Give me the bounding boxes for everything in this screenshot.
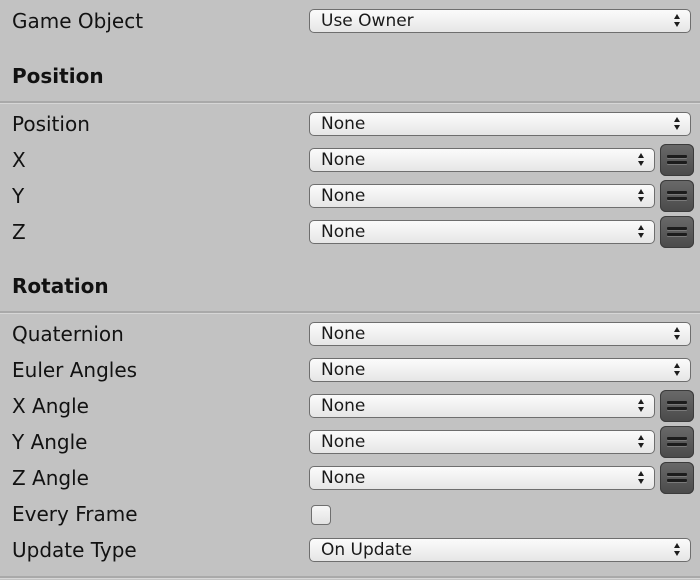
- z-angle-label: Z Angle: [12, 466, 89, 490]
- position-value: None: [321, 114, 366, 134]
- quaternion-row: Quaternion None: [0, 316, 700, 352]
- up-down-arrows-icon: [638, 153, 645, 167]
- z-angle-row: Z Angle None: [0, 460, 700, 496]
- y-value: None: [321, 186, 366, 206]
- x-value: None: [321, 150, 366, 170]
- position-row: Position None: [0, 106, 700, 142]
- rotation-section-divider: [0, 311, 700, 314]
- y-angle-label: Y Angle: [12, 430, 88, 454]
- euler-angles-value: None: [321, 360, 366, 380]
- equals-icon: [667, 471, 687, 485]
- y-row: Y None: [0, 178, 700, 214]
- up-down-arrows-icon: [674, 14, 681, 28]
- position-section-heading: Position: [12, 64, 104, 88]
- up-down-arrows-icon: [638, 189, 645, 203]
- up-down-arrows-icon: [638, 471, 645, 485]
- y-dropdown[interactable]: None: [309, 184, 655, 208]
- equals-icon: [667, 435, 687, 449]
- update-type-dropdown[interactable]: On Update: [309, 538, 691, 562]
- y-angle-row: Y Angle None: [0, 424, 700, 460]
- equals-icon: [667, 399, 687, 413]
- x-angle-dropdown[interactable]: None: [309, 394, 655, 418]
- rotation-section-heading: Rotation: [12, 274, 109, 298]
- quaternion-label: Quaternion: [12, 322, 124, 346]
- x-label: X: [12, 148, 26, 172]
- up-down-arrows-icon: [638, 435, 645, 449]
- euler-angles-label: Euler Angles: [12, 358, 138, 382]
- game-object-value: Use Owner: [321, 11, 414, 31]
- position-dropdown[interactable]: None: [309, 112, 691, 136]
- z-angle-variable-toggle-button[interactable]: [660, 462, 694, 494]
- equals-icon: [667, 189, 687, 203]
- every-frame-label: Every Frame: [12, 502, 138, 526]
- x-angle-variable-toggle-button[interactable]: [660, 390, 694, 422]
- y-variable-toggle-button[interactable]: [660, 180, 694, 212]
- z-row: Z None: [0, 214, 700, 250]
- equals-icon: [667, 153, 687, 167]
- euler-angles-row: Euler Angles None: [0, 352, 700, 388]
- every-frame-row: Every Frame: [0, 496, 700, 532]
- x-angle-value: None: [321, 396, 366, 416]
- game-object-row: Game Object Use Owner: [0, 3, 700, 39]
- z-label: Z: [12, 220, 26, 244]
- euler-angles-dropdown[interactable]: None: [309, 358, 691, 382]
- up-down-arrows-icon: [674, 327, 681, 341]
- x-angle-row: X Angle None: [0, 388, 700, 424]
- y-angle-dropdown[interactable]: None: [309, 430, 655, 454]
- position-label: Position: [12, 112, 90, 136]
- position-section-divider: [0, 101, 700, 104]
- z-angle-dropdown[interactable]: None: [309, 466, 655, 490]
- quaternion-value: None: [321, 324, 366, 344]
- game-object-dropdown[interactable]: Use Owner: [309, 9, 691, 33]
- up-down-arrows-icon: [674, 543, 681, 557]
- update-type-label: Update Type: [12, 538, 137, 562]
- up-down-arrows-icon: [674, 363, 681, 377]
- up-down-arrows-icon: [638, 399, 645, 413]
- update-type-row: Update Type On Update: [0, 532, 700, 568]
- y-label: Y: [12, 184, 25, 208]
- z-variable-toggle-button[interactable]: [660, 216, 694, 248]
- update-type-value: On Update: [321, 540, 413, 560]
- quaternion-dropdown[interactable]: None: [309, 322, 691, 346]
- z-dropdown[interactable]: None: [309, 220, 655, 244]
- x-angle-label: X Angle: [12, 394, 89, 418]
- equals-icon: [667, 225, 687, 239]
- game-object-label: Game Object: [12, 9, 144, 33]
- y-angle-value: None: [321, 432, 366, 452]
- up-down-arrows-icon: [638, 225, 645, 239]
- z-angle-value: None: [321, 468, 366, 488]
- up-down-arrows-icon: [674, 117, 681, 131]
- every-frame-checkbox[interactable]: [311, 505, 331, 525]
- x-variable-toggle-button[interactable]: [660, 144, 694, 176]
- y-angle-variable-toggle-button[interactable]: [660, 426, 694, 458]
- z-value: None: [321, 222, 366, 242]
- x-row: X None: [0, 142, 700, 178]
- x-dropdown[interactable]: None: [309, 148, 655, 172]
- bottom-divider: [0, 576, 700, 579]
